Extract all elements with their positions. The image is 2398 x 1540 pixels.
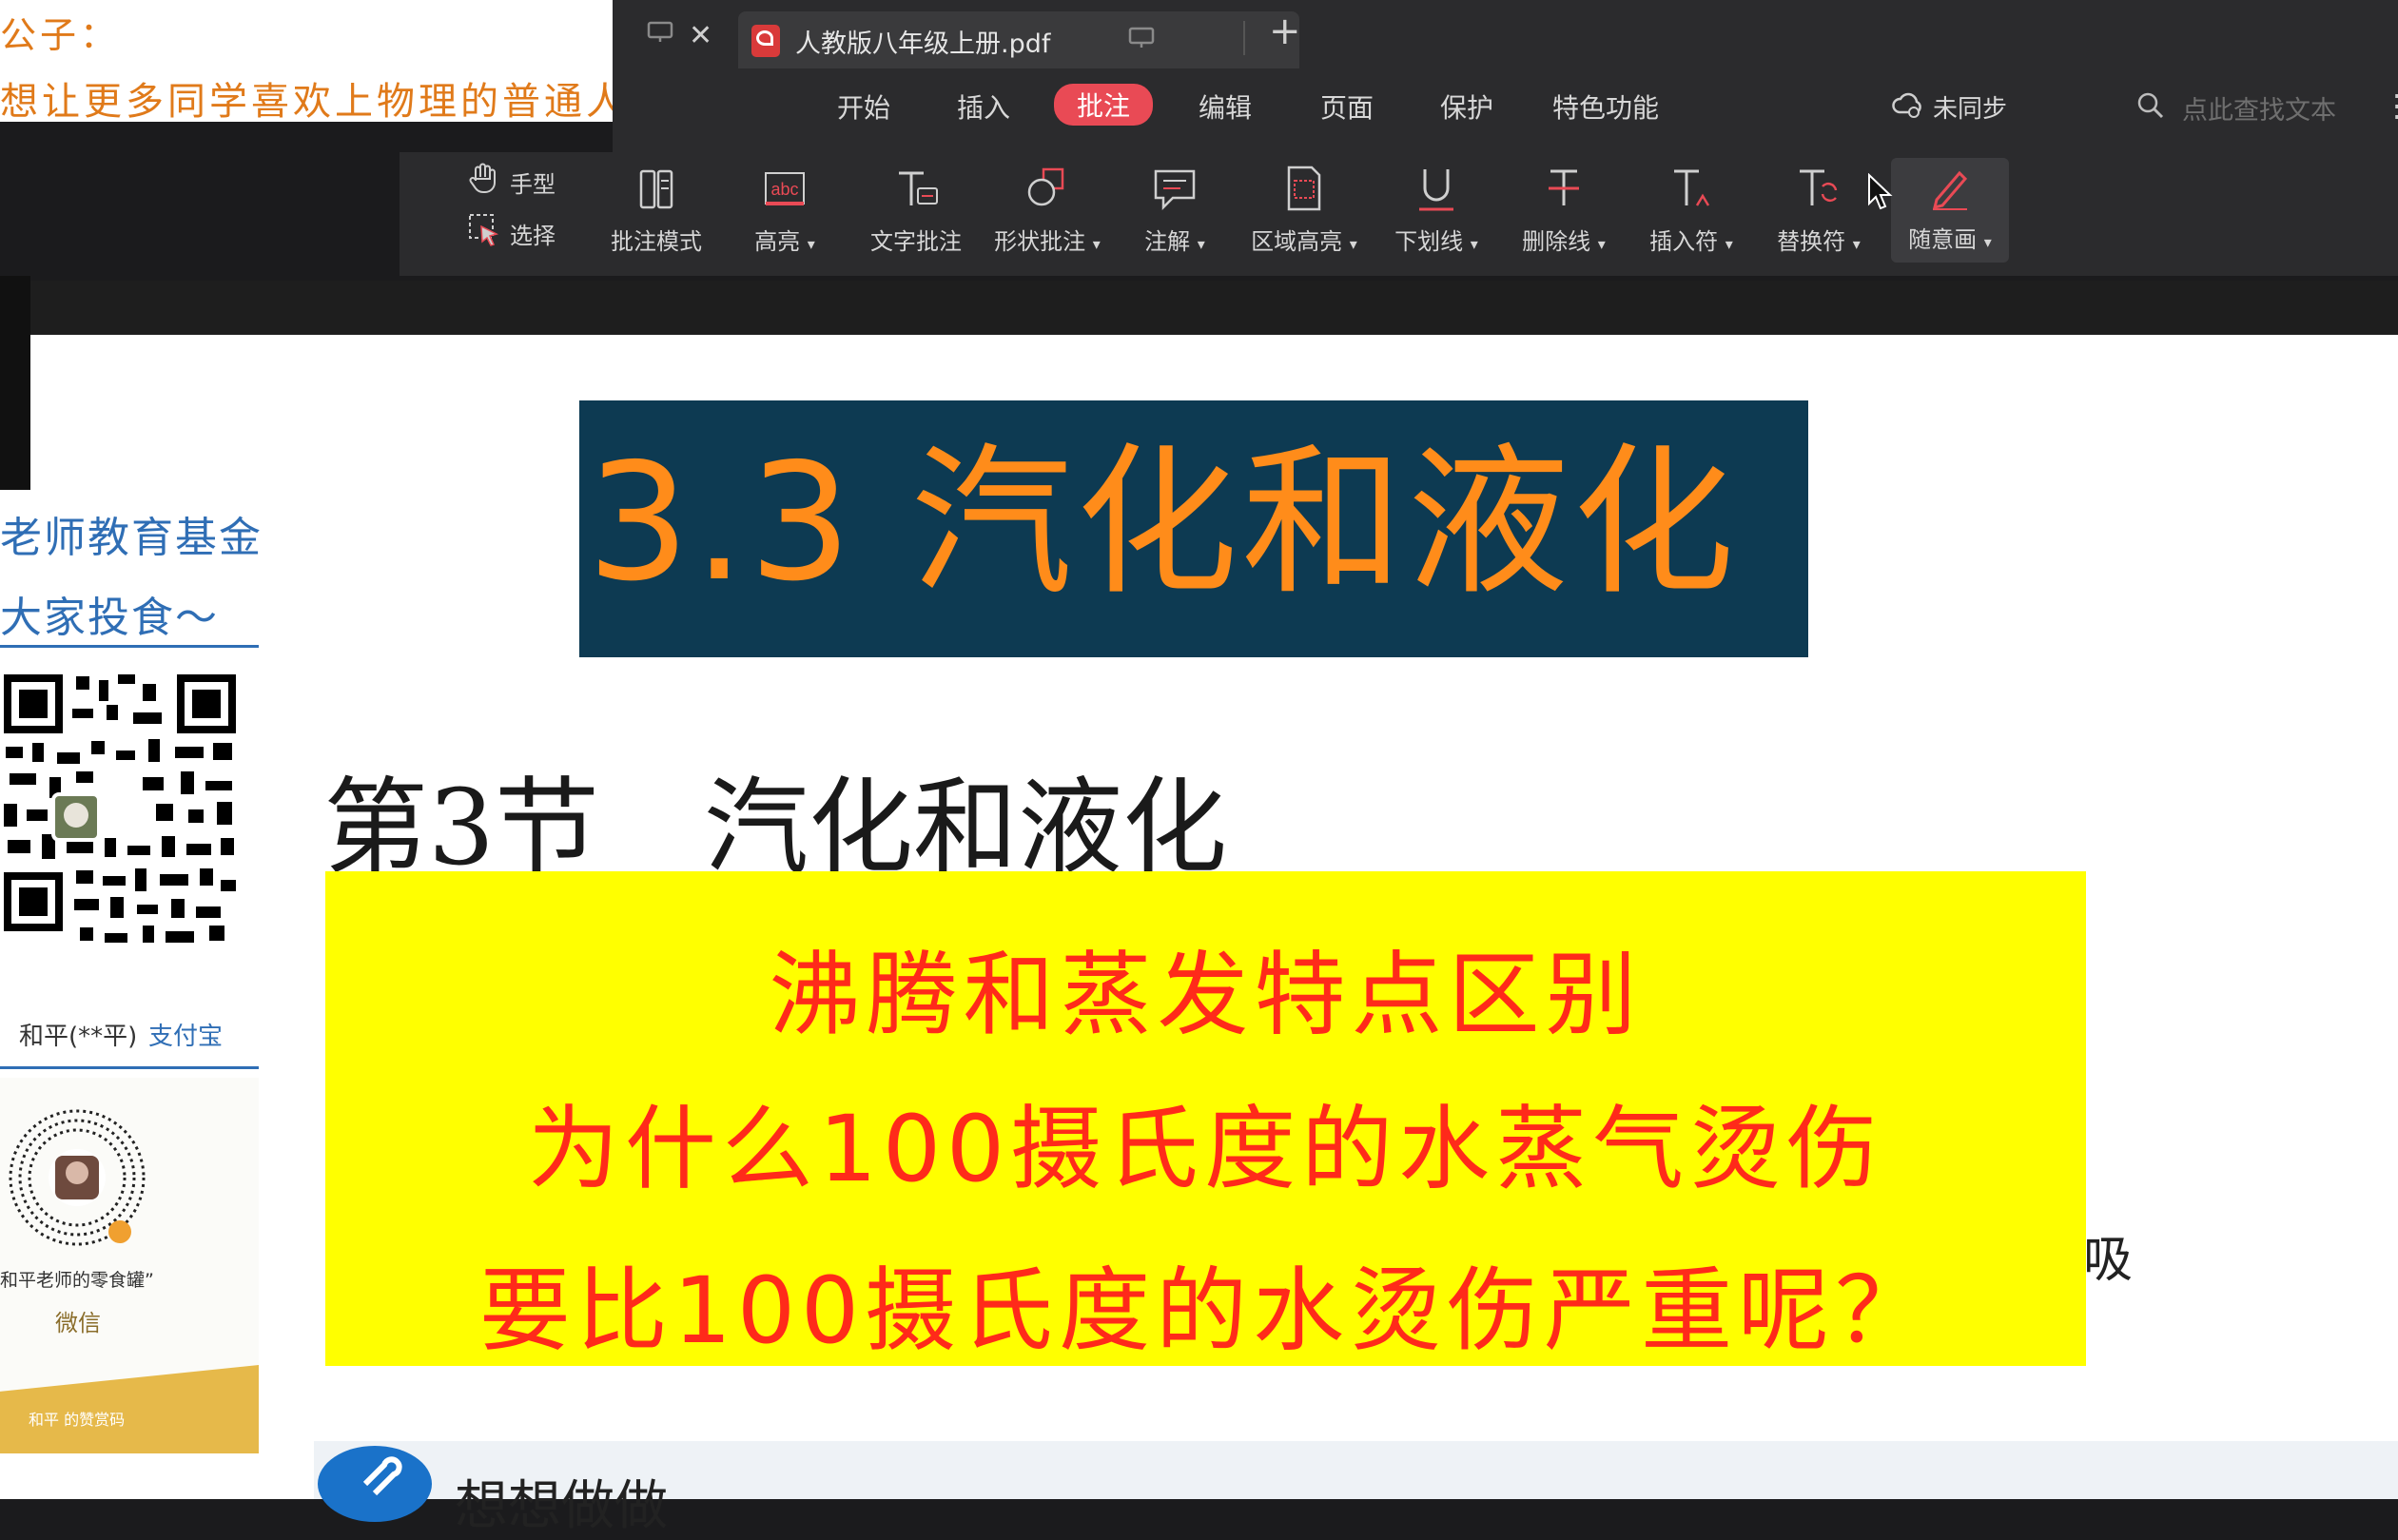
- underline-icon: [1408, 160, 1465, 217]
- question-line-3: 要比100摄氏度的水烫伤严重呢？: [478, 1257, 1933, 1364]
- note-tool[interactable]: 注解 ▾: [1122, 160, 1227, 256]
- text-annotation-label: 文字批注: [870, 228, 962, 255]
- banner-line-1: 公子：: [0, 14, 121, 56]
- strikethrough-icon: [1535, 160, 1592, 217]
- lesson-title-box: 3.3 汽化和液化: [579, 400, 1808, 657]
- select-label: 选择: [510, 223, 556, 249]
- annotation-toolbar: 手型 选择 批注模式 abc 高亮 ▾ 文字批注 形状批注 ▾ 注解 ▾ 区域高…: [400, 152, 2398, 276]
- left-edge-panel: [0, 276, 30, 490]
- tab-monitor-icon[interactable]: [1128, 27, 1155, 53]
- mouse-cursor-icon: [1867, 172, 1894, 215]
- menu-start[interactable]: 开始: [837, 88, 890, 126]
- alipay-qr-code: [0, 671, 240, 988]
- tab-divider: [1243, 21, 1245, 55]
- more-options-icon[interactable]: ⋮: [2382, 88, 2398, 124]
- search-icon[interactable]: [2136, 91, 2165, 124]
- highlight-tool[interactable]: abc 高亮 ▾: [732, 160, 837, 256]
- fund-line-1: 老师教育基金: [0, 514, 263, 562]
- hand-label: 手型: [510, 171, 556, 198]
- note-label: 注解 ▾: [1144, 228, 1205, 255]
- note-icon: [1146, 160, 1203, 217]
- annotation-mode-icon: [628, 160, 685, 217]
- freehand-draw-tool[interactable]: 随意画 ▾: [1891, 158, 2009, 263]
- section-title-partial: 想想做做: [455, 1475, 668, 1537]
- wrench-icon: [318, 1446, 432, 1522]
- svg-text:abc: abc: [770, 180, 798, 199]
- shape-annotation-icon: [1019, 160, 1076, 217]
- question-line-1: 沸腾和蒸发特点区别: [769, 942, 1643, 1048]
- wechat-qr-code: [6, 1106, 148, 1253]
- freehand-pen-icon: [1921, 158, 1979, 215]
- highlight-abc-icon: abc: [756, 160, 813, 217]
- sync-status[interactable]: 未同步: [1933, 89, 2007, 125]
- area-highlight-icon: [1276, 160, 1333, 217]
- highlight-label: 高亮 ▾: [754, 228, 815, 255]
- menu-protect[interactable]: 保护: [1440, 88, 1493, 126]
- replace-label: 替换符 ▾: [1777, 228, 1861, 255]
- freehand-label: 随意画 ▾: [1908, 226, 1992, 253]
- annotation-mode-tool[interactable]: 批注模式: [599, 160, 713, 256]
- text-annotation-tool[interactable]: 文字批注: [854, 160, 978, 256]
- area-highlight-tool[interactable]: 区域高亮 ▾: [1233, 160, 1375, 256]
- cloud-sync-icon[interactable]: [1891, 89, 1925, 124]
- donation-sidebar: 老师教育基金 大家投食～ 和平(**平) 支付宝 和平老师的零食罐” 微信 和平…: [0, 490, 261, 1499]
- insert-caret-tool[interactable]: 插入符 ▾: [1634, 160, 1748, 256]
- document-top-gap: [30, 281, 2398, 338]
- divider-2: [0, 1066, 259, 1069]
- replace-icon: [1790, 160, 1847, 217]
- replace-tool[interactable]: 替换符 ▾: [1762, 160, 1876, 256]
- menu-insert[interactable]: 插入: [957, 88, 1010, 126]
- tab-document[interactable]: 人教版八年级上册.pdf: [738, 11, 1299, 68]
- divider: [0, 645, 259, 648]
- menu-edit[interactable]: 编辑: [1199, 88, 1252, 126]
- strikethrough-tool[interactable]: 删除线 ▾: [1507, 160, 1621, 256]
- tab-title: 人教版八年级上册.pdf: [795, 29, 1051, 59]
- fund-line-2: 大家投食～: [0, 594, 219, 642]
- monitor-icon[interactable]: [647, 21, 673, 50]
- insert-caret-icon: [1663, 160, 1720, 217]
- card-footer-text: 和平 的赞赏码: [29, 1411, 126, 1429]
- wechat-caption: 和平老师的零食罐”: [0, 1270, 154, 1291]
- wechat-card: 和平老师的零食罐” 微信 和平 的赞赏码: [0, 1078, 259, 1453]
- search-input[interactable]: 点此查找文本: [2182, 89, 2336, 127]
- strikethrough-label: 删除线 ▾: [1522, 228, 1606, 255]
- wechat-label: 微信: [55, 1310, 101, 1336]
- select-tool[interactable]: 选择: [468, 213, 556, 251]
- page-text-fragment: 吸: [2083, 1232, 2134, 1289]
- banner-line-2: 想让更多同学喜欢上物理的普通人！: [0, 80, 670, 124]
- alipay-name: 和平(**平): [19, 1023, 138, 1051]
- menu-annotate[interactable]: 批注: [1054, 84, 1154, 126]
- underline-label: 下划线 ▾: [1394, 228, 1478, 255]
- insert-caret-label: 插入符 ▾: [1649, 228, 1733, 255]
- shape-annotation-label: 形状批注 ▾: [994, 228, 1101, 255]
- new-tab-button[interactable]: +: [1269, 10, 1301, 53]
- shape-annotation-tool[interactable]: 形状批注 ▾: [976, 160, 1119, 256]
- tab-bar: ✕ 人教版八年级上册.pdf +: [613, 0, 2398, 76]
- area-highlight-label: 区域高亮 ▾: [1251, 228, 1357, 255]
- pdf-file-icon: [751, 25, 780, 57]
- lesson-title: 3.3 汽化和液化: [587, 429, 1739, 617]
- ribbon-menu: 开始 插入 批注 编辑 页面 保护 特色功能 未同步 点此查找文本 ⋮: [613, 76, 2398, 152]
- question-box: 沸腾和蒸发特点区别 为什么100摄氏度的水蒸气烫伤 要比100摄氏度的水烫伤严重…: [325, 871, 2086, 1366]
- hand-tool[interactable]: 手型: [468, 162, 556, 200]
- text-annotation-icon: [887, 160, 945, 217]
- streamer-banner: 公子： 想让更多同学喜欢上物理的普通人！: [0, 0, 666, 124]
- underline-tool[interactable]: 下划线 ▾: [1379, 160, 1493, 256]
- menu-page[interactable]: 页面: [1320, 88, 1374, 126]
- menu-special-features[interactable]: 特色功能: [1552, 88, 1659, 126]
- alipay-label: 支付宝: [148, 1023, 224, 1051]
- annotation-mode-label: 批注模式: [611, 228, 702, 255]
- question-line-2: 为什么100摄氏度的水蒸气烫伤: [527, 1096, 1884, 1202]
- close-tab-icon[interactable]: ✕: [689, 19, 712, 52]
